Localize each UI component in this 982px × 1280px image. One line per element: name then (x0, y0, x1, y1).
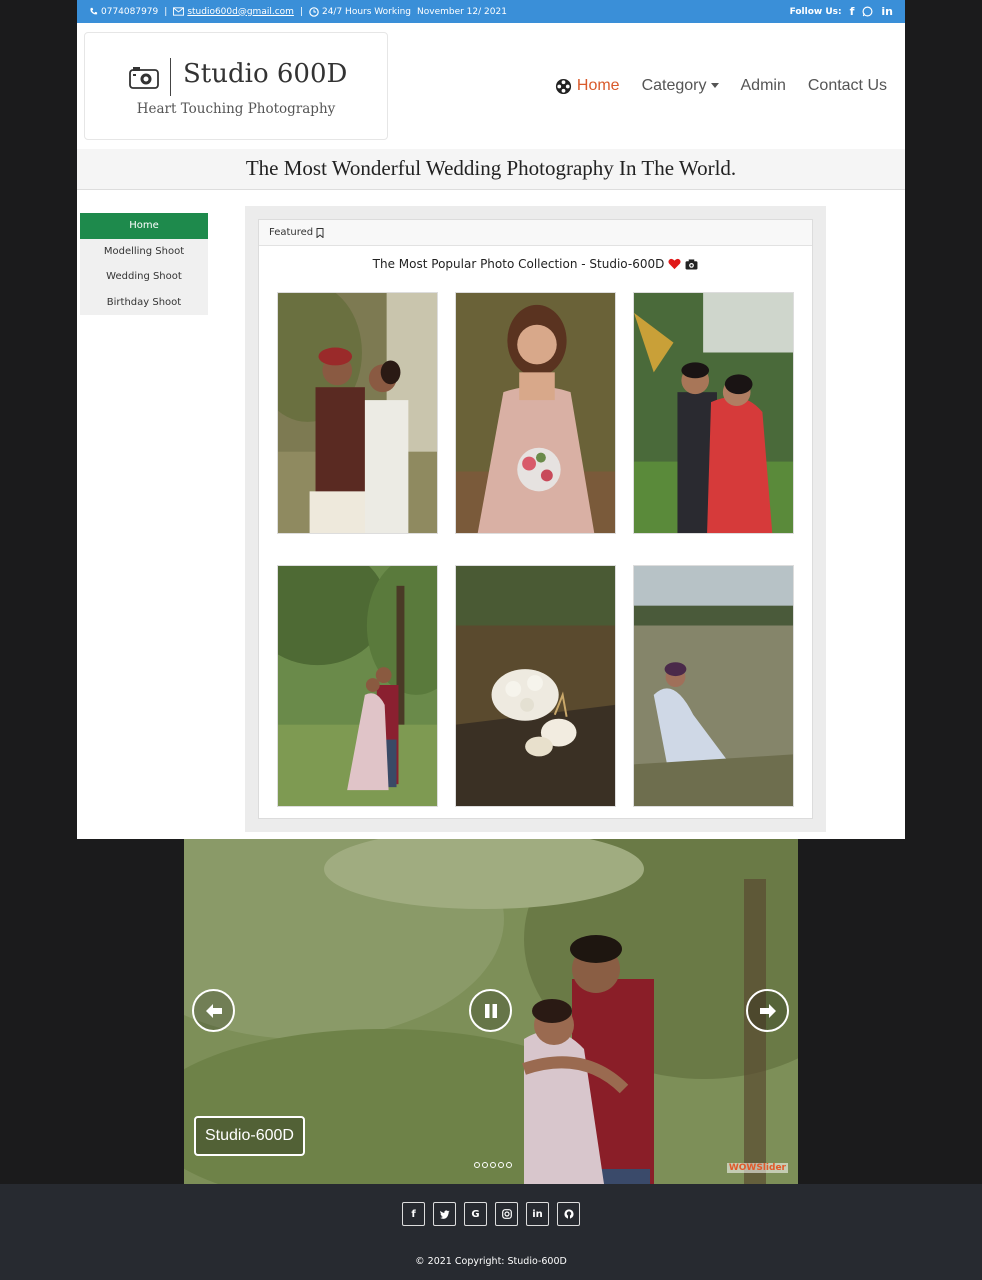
slider-dot[interactable] (474, 1162, 480, 1168)
follow-label: Follow Us: (789, 6, 842, 17)
nav-category[interactable]: Category (642, 77, 719, 95)
photo-bride-pink-gown[interactable] (455, 292, 616, 534)
arrow-right-icon (759, 1003, 776, 1018)
camera-icon (685, 258, 698, 270)
gallery-section: Featured The Most Popular Photo Collecti… (245, 206, 826, 832)
google-icon[interactable]: G (464, 1202, 487, 1226)
logo-title: Studio 600D (183, 59, 348, 89)
footer: f G in © 2021 Copyright: Studio-600D (0, 1184, 982, 1280)
nav-admin[interactable]: Admin (741, 77, 786, 95)
instagram-shape (501, 1209, 512, 1219)
linkedin-icon[interactable]: in (526, 1202, 549, 1226)
instagram-icon[interactable] (495, 1202, 518, 1226)
photo-image (634, 566, 793, 806)
logo-tagline: Heart Touching Photography (136, 101, 336, 117)
photo-image (634, 293, 793, 533)
photo-image (278, 293, 437, 533)
photo-couple-red-saree[interactable] (633, 292, 794, 534)
camera-icon (129, 67, 159, 89)
slider-dot[interactable] (490, 1162, 496, 1168)
github-shape (563, 1209, 574, 1219)
photo-image (456, 566, 615, 806)
bookmark-icon (316, 227, 324, 238)
gallery-title-text: The Most Popular Photo Collection - Stud… (372, 257, 665, 271)
hours-info: 24/7 Hours Working (309, 7, 411, 17)
twitter-icon[interactable] (433, 1202, 456, 1226)
hours-text: 24/7 Hours Working (321, 6, 411, 17)
facebook-icon[interactable]: f (402, 1202, 425, 1226)
image-slider[interactable]: Studio-600D WOWSlider (184, 839, 798, 1184)
gallery-title: The Most Popular Photo Collection - Stud… (259, 257, 812, 271)
heart-icon (668, 258, 681, 270)
card-header-label: Featured (269, 226, 314, 238)
top-info-bar: 0774087979 | studio600d@gmail.com | 24/7… (77, 0, 905, 23)
email-info[interactable]: studio600d@gmail.com (173, 7, 294, 17)
chevron-down-icon (710, 83, 719, 89)
slider-dots[interactable] (474, 1162, 512, 1168)
slider-dot[interactable] (498, 1162, 504, 1168)
featured-card: Featured The Most Popular Photo Collecti… (258, 219, 813, 819)
nav-contact[interactable]: Contact Us (808, 77, 887, 95)
photo-image (456, 293, 615, 533)
twitter-bird-shape (439, 1209, 450, 1219)
film-reel-icon (555, 78, 571, 94)
date-text: November 12/ 2021 (417, 6, 507, 17)
phone-number: 0774087979 (101, 6, 159, 17)
photo-couple-garden-embrace[interactable] (277, 565, 438, 807)
linkedin-icon[interactable]: in (881, 5, 893, 18)
main-nav: Home Category Admin Contact Us (555, 77, 887, 95)
phone-info[interactable]: 0774087979 (89, 7, 158, 17)
github-icon[interactable] (557, 1202, 580, 1226)
clock-icon (309, 6, 319, 17)
envelope-icon (173, 7, 185, 16)
card-header: Featured (259, 220, 812, 246)
photo-woman-in-field[interactable] (633, 565, 794, 807)
pause-icon (484, 1003, 497, 1018)
sidebar-menu: Home Modelling Shoot Wedding Shoot Birth… (80, 213, 208, 315)
arrow-left-icon (205, 1003, 222, 1018)
sidebar-item-birthday[interactable]: Birthday Shoot (80, 290, 208, 316)
photo-image (278, 566, 437, 806)
phone-icon (90, 7, 98, 15)
sidebar-item-wedding[interactable]: Wedding Shoot (80, 264, 208, 290)
facebook-icon[interactable]: f (850, 5, 855, 18)
logo[interactable]: Studio 600D Heart Touching Photography (84, 32, 388, 140)
sidebar-item-home[interactable]: Home (80, 213, 208, 239)
email-link[interactable]: studio600d@gmail.com (187, 7, 294, 17)
footer-social-links: f G in (402, 1202, 580, 1226)
nav-home-label: Home (576, 77, 620, 94)
slider-dot[interactable] (506, 1162, 512, 1168)
nav-home[interactable]: Home (555, 77, 620, 95)
slider-pause-button[interactable] (469, 989, 512, 1032)
slider-watermark[interactable]: WOWSlider (726, 1163, 788, 1173)
sidebar-item-modelling[interactable]: Modelling Shoot (80, 239, 208, 265)
headline-banner: The Most Wonderful Wedding Photography I… (77, 149, 905, 190)
slider-next-button[interactable] (746, 989, 789, 1032)
main-container: Studio 600D Heart Touching Photography H… (77, 23, 905, 839)
follow-us: Follow Us: f in (790, 5, 893, 18)
photo-couple-traditional-wedding[interactable] (277, 292, 438, 534)
whatsapp-icon[interactable] (862, 6, 873, 17)
nav-category-label: Category (641, 77, 707, 94)
photo-bridal-bouquet-shoes[interactable] (455, 565, 616, 807)
copyright-text: © 2021 Copyright: Studio-600D (415, 1256, 567, 1267)
slider-dot[interactable] (482, 1162, 488, 1168)
slider-prev-button[interactable] (192, 989, 235, 1032)
slider-caption: Studio-600D (194, 1116, 305, 1156)
